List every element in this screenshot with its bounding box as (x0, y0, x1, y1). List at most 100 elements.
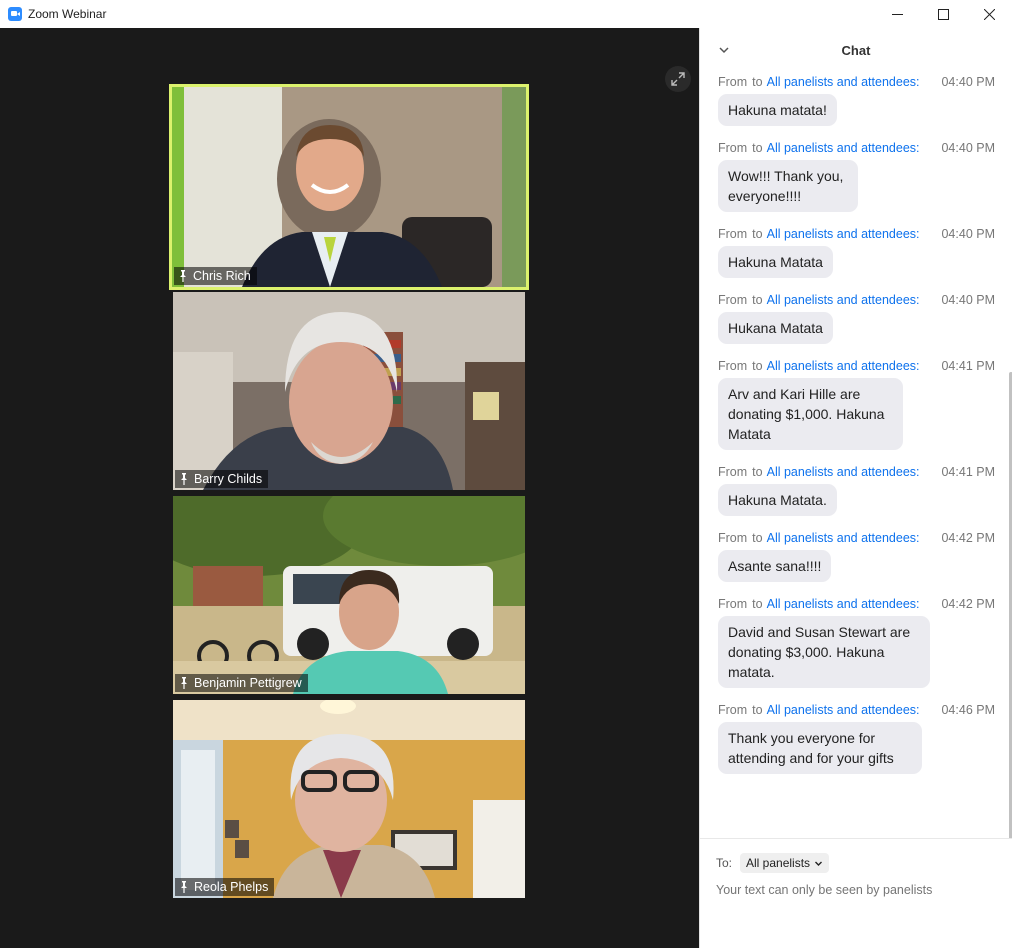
participant-name-label: Chris Rich (174, 267, 257, 285)
pin-icon (181, 677, 187, 689)
maximize-button[interactable] (920, 0, 966, 28)
video-gallery: Chris Rich Barry Childs Benjamin Pettigr… (0, 28, 699, 948)
message-meta: From to All panelists and attendees: 04:… (718, 594, 995, 614)
to-label: to (752, 597, 763, 611)
chat-message: From to All panelists and attendees: 04:… (700, 700, 1012, 786)
recipient-link[interactable]: All panelists and attendees: (767, 531, 920, 545)
chat-title: Chat (841, 42, 871, 58)
recipient-link[interactable]: All panelists and attendees: (767, 465, 920, 479)
message-bubble: Hukana Matata (718, 312, 833, 344)
video-tile-chris-rich[interactable]: Chris Rich (169, 84, 529, 290)
message-time: 04:42 PM (941, 531, 995, 545)
recipient-select-value: All panelists (746, 856, 811, 870)
message-time: 04:46 PM (941, 703, 995, 717)
recipient-link[interactable]: All panelists and attendees: (767, 359, 920, 373)
from-label: From (718, 465, 748, 479)
window-title: Zoom Webinar (28, 7, 107, 21)
message-bubble: Wow!!! Thank you, everyone!!!! (718, 160, 858, 212)
message-meta: From to All panelists and attendees: 04:… (718, 138, 995, 158)
participant-name: Reola Phelps (194, 880, 269, 894)
message-bubble: Thank you everyone for attending and for… (718, 722, 922, 774)
chat-message: From to All panelists and attendees: 04:… (700, 290, 1012, 356)
chat-footer: To: All panelists (700, 838, 1012, 948)
participant-video (173, 292, 525, 490)
chat-input[interactable] (716, 883, 996, 897)
recipient-link[interactable]: All panelists and attendees: (767, 75, 920, 89)
message-bubble: David and Susan Stewart are donating $3,… (718, 616, 930, 688)
to-label: to (752, 293, 763, 307)
chat-message: From to All panelists and attendees: 04:… (700, 462, 1012, 528)
video-tile-barry-childs[interactable]: Barry Childs (173, 292, 525, 490)
to-label: to (752, 465, 763, 479)
expand-button[interactable] (665, 66, 691, 92)
to-label: to (752, 141, 763, 155)
message-meta: From to All panelists and attendees: 04:… (718, 290, 995, 310)
recipient-link[interactable]: All panelists and attendees: (767, 227, 920, 241)
maximize-icon (937, 8, 949, 20)
from-label: From (718, 293, 748, 307)
chat-message: From to All panelists and attendees: 04:… (700, 356, 1012, 462)
message-meta: From to All panelists and attendees: 04:… (718, 528, 995, 548)
chevron-down-icon (815, 861, 823, 866)
from-label: From (718, 359, 748, 373)
chat-message-list[interactable]: From to All panelists and attendees: 04:… (700, 72, 1012, 838)
from-label: From (718, 141, 748, 155)
participant-name: Chris Rich (193, 269, 251, 283)
close-button[interactable] (966, 0, 1012, 28)
participant-video (172, 87, 526, 287)
expand-icon (671, 72, 685, 86)
recipient-link[interactable]: All panelists and attendees: (767, 293, 920, 307)
participant-video (173, 700, 525, 898)
participant-name: Benjamin Pettigrew (194, 676, 302, 690)
from-label: From (718, 597, 748, 611)
window-controls (874, 0, 1012, 28)
message-time: 04:41 PM (941, 465, 995, 479)
from-label: From (718, 227, 748, 241)
message-bubble: Hakuna Matata (718, 246, 833, 278)
minimize-button[interactable] (874, 0, 920, 28)
pin-icon (181, 881, 187, 893)
title-bar: Zoom Webinar (0, 0, 1012, 28)
message-time: 04:40 PM (941, 141, 995, 155)
chat-panel: Chat From to All panelists and attendees… (699, 28, 1012, 948)
participant-name-label: Reola Phelps (175, 878, 275, 896)
to-label: to (752, 227, 763, 241)
video-tile-reola-phelps[interactable]: Reola Phelps (173, 700, 525, 898)
message-time: 04:40 PM (941, 293, 995, 307)
participant-name: Barry Childs (194, 472, 263, 486)
recipient-link[interactable]: All panelists and attendees: (767, 703, 920, 717)
message-bubble: Hakuna matata! (718, 94, 837, 126)
from-label: From (718, 703, 748, 717)
pin-icon (181, 473, 187, 485)
message-time: 04:42 PM (941, 597, 995, 611)
message-meta: From to All panelists and attendees: 04:… (718, 72, 995, 92)
chat-message: From to All panelists and attendees: 04:… (700, 224, 1012, 290)
video-tile-benjamin-pettigrew[interactable]: Benjamin Pettigrew (173, 496, 525, 694)
message-bubble: Arv and Kari Hille are donating $1,000. … (718, 378, 903, 450)
message-meta: From to All panelists and attendees: 04:… (718, 462, 995, 482)
message-meta: From to All panelists and attendees: 04:… (718, 700, 995, 720)
chat-message: From to All panelists and attendees: 04:… (700, 72, 1012, 138)
message-time: 04:40 PM (941, 227, 995, 241)
recipient-link[interactable]: All panelists and attendees: (767, 597, 920, 611)
participant-name-label: Barry Childs (175, 470, 269, 488)
message-meta: From to All panelists and attendees: 04:… (718, 356, 995, 376)
to-label: to (752, 703, 763, 717)
from-label: From (718, 75, 748, 89)
minimize-icon (891, 13, 903, 15)
message-bubble: Hakuna Matata. (718, 484, 837, 516)
chat-message: From to All panelists and attendees: 04:… (700, 528, 1012, 594)
to-label: To: (716, 856, 733, 870)
participant-video (173, 496, 525, 694)
chat-message: From to All panelists and attendees: 04:… (700, 594, 1012, 700)
message-meta: From to All panelists and attendees: 04:… (718, 224, 995, 244)
close-icon (983, 8, 995, 20)
from-label: From (718, 531, 748, 545)
recipient-select[interactable]: All panelists (740, 853, 830, 873)
to-label: to (752, 75, 763, 89)
message-time: 04:40 PM (941, 75, 995, 89)
message-time: 04:41 PM (941, 359, 995, 373)
pin-icon (180, 270, 186, 282)
recipient-link[interactable]: All panelists and attendees: (767, 141, 920, 155)
chevron-down-icon[interactable] (718, 44, 730, 56)
